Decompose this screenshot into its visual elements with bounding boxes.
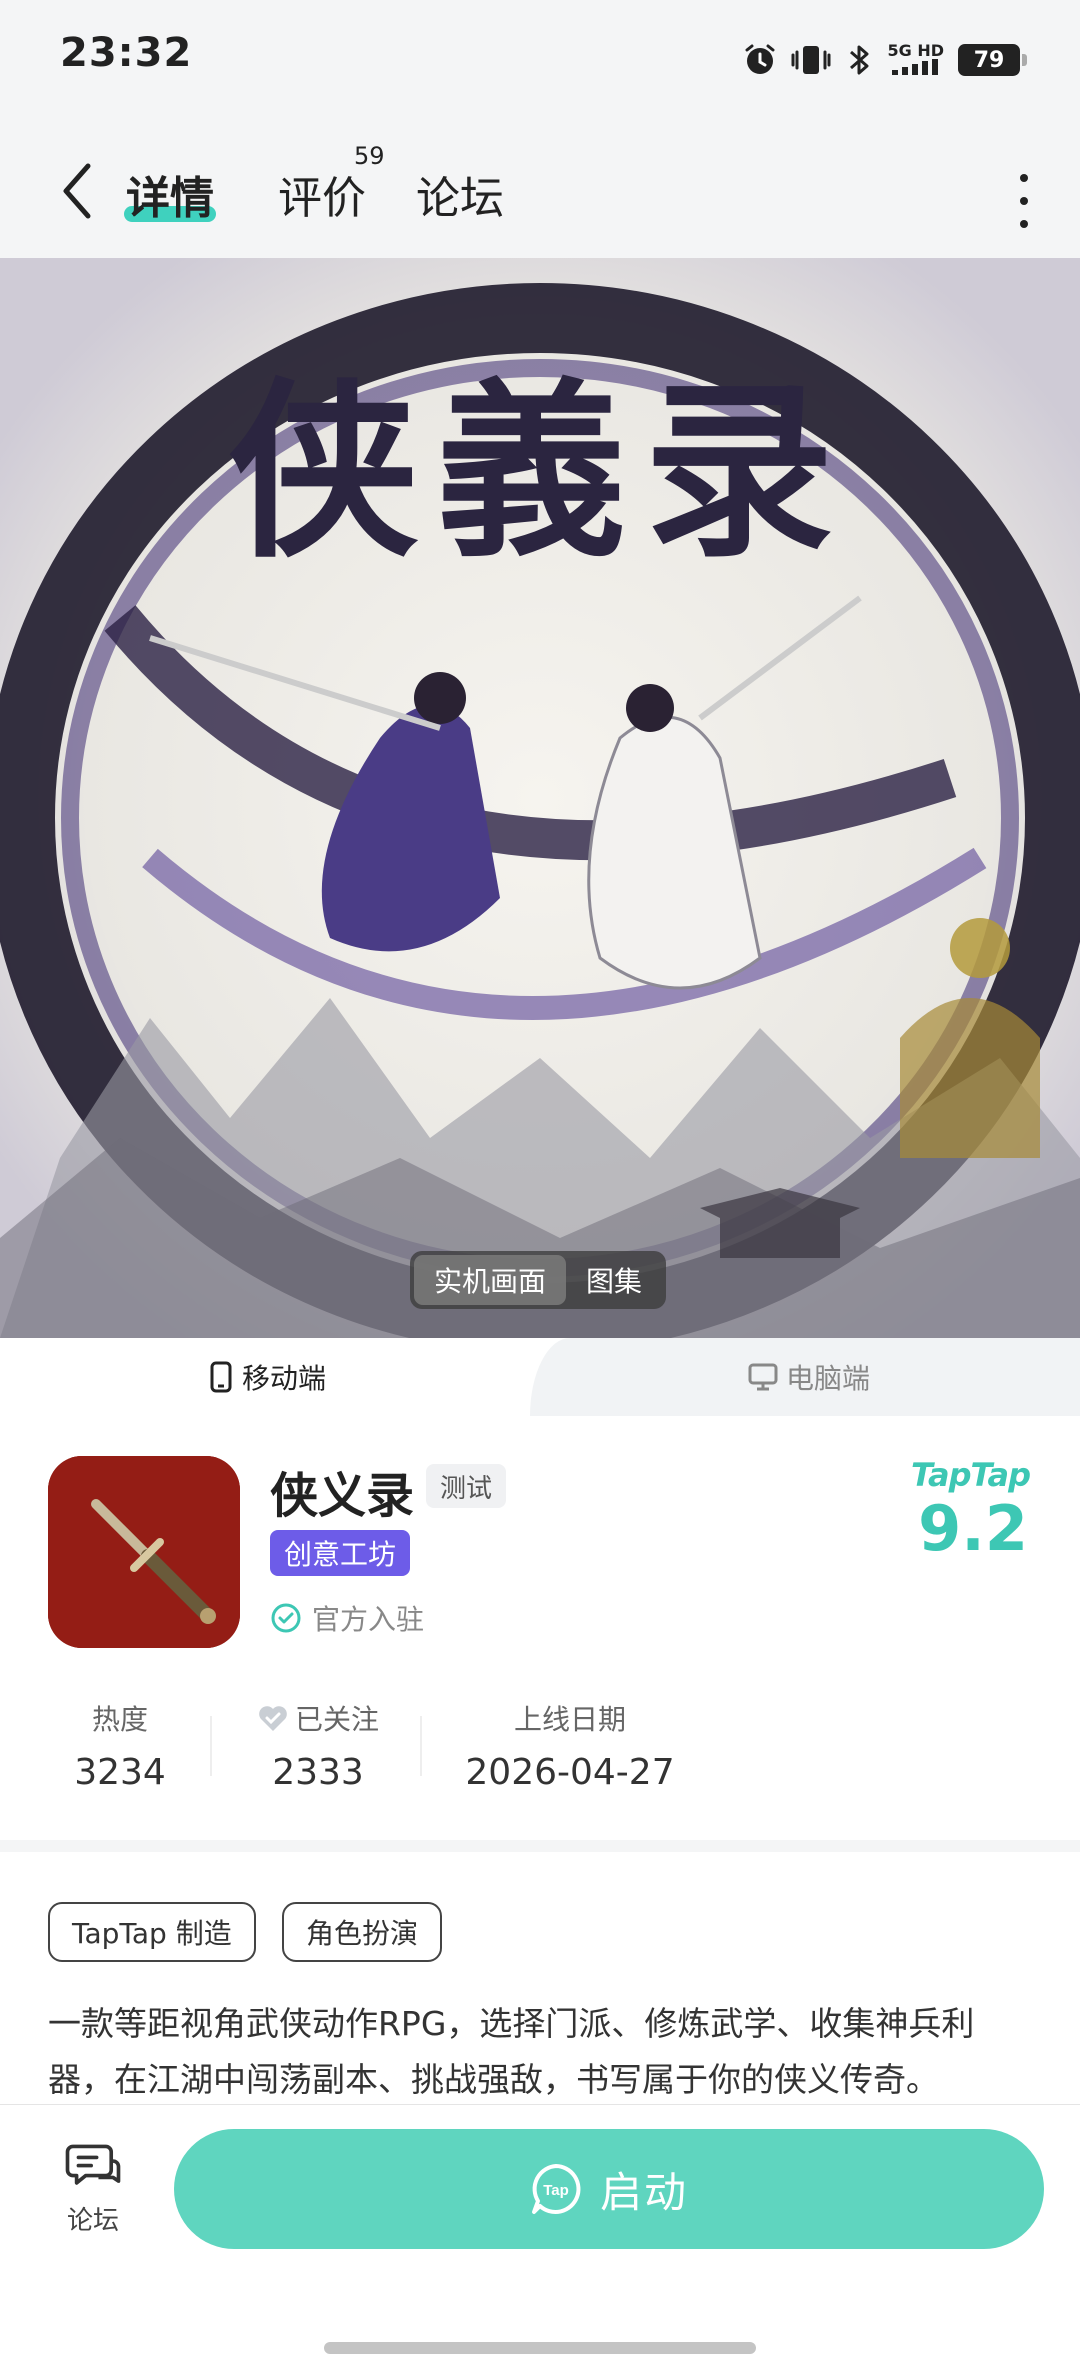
rating-score[interactable]: 9.2: [918, 1492, 1028, 1565]
game-description: 一款等距视角武侠动作RPG，选择门派、修炼武学、收集神兵利器，在江湖中闯荡副本、…: [48, 2004, 975, 2099]
stat-follow[interactable]: 已关注 2333: [248, 1698, 388, 1793]
status-icons: 5G HD 79: [743, 36, 1027, 84]
app-icon: [48, 1456, 240, 1648]
top-nav: 详情 评价 59 论坛: [0, 120, 1080, 258]
more-options-button[interactable]: [1004, 166, 1044, 236]
monitor-icon: [748, 1363, 778, 1391]
section-divider: [0, 1840, 1080, 1852]
stat-follow-label: 已关注: [294, 1703, 379, 1736]
tab-detail[interactable]: 详情: [124, 162, 216, 226]
stat-release-date-label: 上线日期: [513, 1703, 626, 1736]
cellular-signal-icon: 5G HD: [887, 42, 944, 78]
stat-follow-label-row: 已关注: [248, 1698, 388, 1738]
hero-title-art: 侠義录: [227, 360, 852, 583]
stat-popularity-label: 热度: [91, 1703, 148, 1736]
divider: [420, 1716, 422, 1776]
tab-review[interactable]: 评价: [278, 162, 366, 226]
divider: [210, 1716, 212, 1776]
svg-text:Tap: Tap: [543, 2182, 569, 2199]
forum-button[interactable]: 论坛: [40, 2141, 146, 2237]
official-verified: 官方入驻: [270, 1598, 424, 1638]
stat-popularity-value: 3234: [74, 1752, 166, 1793]
vibrate-icon: [791, 43, 831, 77]
battery-icon: 79: [958, 44, 1027, 76]
tab-mobile[interactable]: 移动端: [208, 1338, 326, 1416]
test-badge: 测试: [426, 1464, 507, 1508]
tab-mobile-label: 移动端: [242, 1362, 327, 1395]
media-segment-control: 实机画面 图集: [410, 1251, 667, 1309]
status-bar: 23:32 5G HD 79: [0, 0, 1080, 120]
stat-follow-value: 2333: [272, 1752, 364, 1793]
platform-tabs: 移动端 电脑端: [0, 1338, 1080, 1416]
stat-release-date: 上线日期 2026-04-27: [460, 1698, 680, 1793]
tag-chip-taptap-made[interactable]: TapTap 制造: [48, 1902, 256, 1962]
segment-gameplay[interactable]: 实机画面: [414, 1255, 567, 1305]
verified-check-icon: [271, 1603, 301, 1633]
workshop-badge[interactable]: 创意工坊: [270, 1530, 411, 1576]
launch-button[interactable]: Tap 启动: [174, 2129, 1044, 2249]
segment-gallery[interactable]: 图集: [566, 1255, 662, 1305]
taptap-icon: Tap: [531, 2164, 581, 2214]
tag-chip-rpg[interactable]: 角色扮演: [282, 1902, 443, 1962]
status-time: 23:32: [60, 30, 193, 76]
review-count-badge: 59: [354, 142, 385, 170]
tab-pc-label: 电脑端: [786, 1362, 871, 1395]
stat-release-date-value: 2026-04-27: [465, 1752, 675, 1793]
bluetooth-icon: [845, 42, 873, 78]
home-indicator[interactable]: [324, 2342, 756, 2354]
back-button[interactable]: [48, 156, 108, 226]
app-name: 侠义录: [270, 1468, 415, 1524]
tab-detail-label: 详情: [126, 173, 214, 224]
alarm-icon: [743, 43, 777, 77]
network-type: 5G HD: [887, 41, 944, 60]
phone-icon: [210, 1361, 232, 1393]
launch-label: 启动: [599, 2167, 688, 2217]
stat-popularity: 热度 3234: [60, 1698, 180, 1793]
official-label: 官方入驻: [312, 1603, 425, 1636]
forum-label: 论坛: [66, 2206, 119, 2236]
app-info-section: 侠义录 测试 创意工坊 官方入驻 TapTap 9.2 热度 3234 已关注 …: [0, 1416, 1080, 1840]
bottom-action-bar: 论坛 Tap 启动: [0, 2104, 1080, 2377]
tab-pc[interactable]: 电脑端: [748, 1338, 870, 1416]
chevron-left-icon: [63, 163, 91, 219]
hero-banner[interactable]: 侠義录 实机画面 图集: [0, 258, 1080, 1338]
followed-heart-icon: [259, 1706, 287, 1731]
tab-forum[interactable]: 论坛: [416, 162, 504, 226]
taptap-rating-logo: TapTap: [910, 1456, 1031, 1494]
forum-chat-icon: [65, 2144, 121, 2185]
